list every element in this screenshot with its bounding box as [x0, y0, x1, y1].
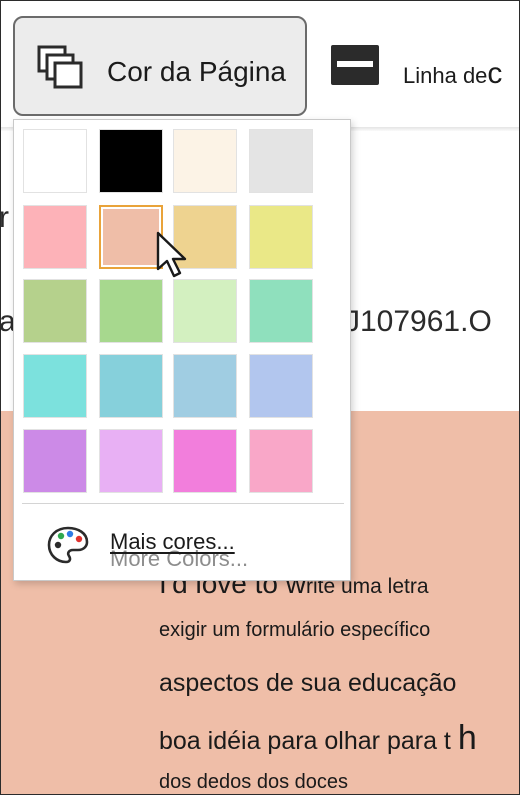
color-swatch[interactable]	[173, 129, 237, 193]
mouse-pointer-icon	[156, 231, 187, 278]
page-color-icon	[37, 45, 83, 89]
color-swatch[interactable]	[99, 205, 163, 269]
body-line: boa idéia para olhar para t h	[159, 719, 477, 757]
color-swatch[interactable]	[173, 429, 237, 493]
color-swatch[interactable]	[249, 129, 313, 193]
color-swatch[interactable]	[23, 279, 87, 343]
page-color-button[interactable]: Cor da Página	[13, 16, 307, 116]
color-swatch[interactable]	[23, 429, 87, 493]
color-swatch[interactable]	[99, 129, 163, 193]
color-swatch[interactable]	[99, 354, 163, 418]
color-swatch[interactable]	[249, 205, 313, 269]
doc-code-fragment: J107961.O	[345, 305, 492, 338]
color-swatch[interactable]	[249, 429, 313, 493]
color-swatch[interactable]	[99, 279, 163, 343]
more-colors-label: Mais cores...	[110, 529, 235, 554]
color-swatch[interactable]	[249, 279, 313, 343]
page-borders-icon	[331, 45, 379, 85]
page-borders-button[interactable]: Linha dec	[331, 41, 519, 91]
body-line: exigir um formulário específico	[159, 619, 431, 641]
page-color-label: Cor da Página	[107, 56, 287, 87]
color-swatch[interactable]	[23, 129, 87, 193]
color-swatch[interactable]	[173, 279, 237, 343]
color-swatch[interactable]	[23, 354, 87, 418]
page-borders-label: Linha dec	[403, 57, 503, 90]
palette-icon	[47, 526, 89, 564]
body-line: aspectos de sua educação	[159, 669, 457, 697]
menu-separator	[22, 503, 344, 504]
more-colors-item[interactable]: More Colors... Mais cores...	[44, 520, 324, 571]
color-swatch[interactable]	[249, 354, 313, 418]
color-swatch[interactable]	[23, 205, 87, 269]
ribbon: Cor da Página Linha dec	[1, 1, 519, 129]
body-line: dos dedos dos doces	[159, 771, 349, 793]
color-swatch[interactable]	[173, 354, 237, 418]
color-swatch[interactable]	[99, 429, 163, 493]
page-color-dropdown: More Colors... Mais cores...	[13, 119, 351, 581]
doc-fragment-left: r	[0, 201, 9, 234]
app-window: r a J107961.O I'd love to write uma letr…	[0, 0, 520, 795]
